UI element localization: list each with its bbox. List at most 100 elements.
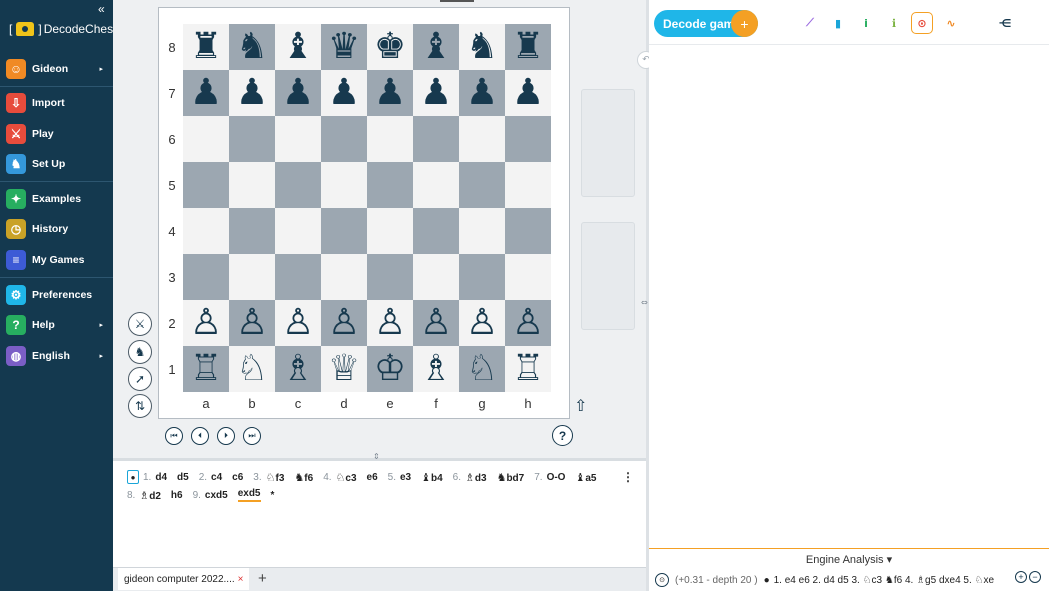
square-a4[interactable] xyxy=(183,208,229,254)
black-bishop-icon[interactable]: ♝ xyxy=(420,29,452,65)
pulse-icon[interactable]: ∿ xyxy=(940,12,962,34)
sidebar-item-gideon[interactable]: ☺ Gideon ▸ xyxy=(0,55,113,83)
stats-icon[interactable]: ℹ xyxy=(883,12,905,34)
move-white[interactable]: cxd5 xyxy=(205,490,228,501)
splitter-grip-icon[interactable]: ⇔ xyxy=(641,298,648,307)
setup-mode-button[interactable]: ♞ xyxy=(128,340,152,364)
black-pawn-icon[interactable]: ♟ xyxy=(328,75,360,111)
square-h7[interactable]: ♟ xyxy=(505,70,551,116)
move-white[interactable]: d4 xyxy=(155,472,167,483)
move-white[interactable]: ♘f3 xyxy=(266,471,285,484)
turn-indicator-icon[interactable]: ⇧ xyxy=(574,396,587,415)
bar-chart-icon[interactable]: ▮ xyxy=(827,12,849,34)
square-f7[interactable]: ♟ xyxy=(413,70,459,116)
move-black[interactable]: ♞bd7 xyxy=(497,471,525,484)
square-e8[interactable]: ♚ xyxy=(367,24,413,70)
move-white[interactable]: ♘c3 xyxy=(336,471,357,484)
black-pawn-icon[interactable]: ♟ xyxy=(374,75,406,111)
engine-icon[interactable]: ⊙ xyxy=(911,12,933,34)
black-bishop-icon[interactable]: ♝ xyxy=(282,29,314,65)
share-icon[interactable]: ⋲ xyxy=(994,12,1016,34)
flip-board-button[interactable]: ⇅ xyxy=(128,394,152,418)
first-move-button[interactable]: ⏮ xyxy=(165,427,183,445)
white-pawn-icon[interactable]: ♙ xyxy=(374,305,406,341)
square-b4[interactable] xyxy=(229,208,275,254)
last-move-button[interactable]: ⏭ xyxy=(243,427,261,445)
square-a5[interactable] xyxy=(183,162,229,208)
white-rook-icon[interactable]: ♖ xyxy=(512,351,544,387)
move-white[interactable]: O-O xyxy=(547,472,566,483)
move-black[interactable]: d5 xyxy=(177,472,189,483)
game-tab[interactable]: gideon computer 2022.... × xyxy=(118,568,250,590)
brand-logo[interactable]: [ ] DecodeChess xyxy=(9,22,119,36)
black-pawn-icon[interactable]: ♟ xyxy=(190,75,222,111)
black-pawn-icon[interactable]: ♟ xyxy=(466,75,498,111)
square-h1[interactable]: ♖ xyxy=(505,346,551,392)
white-pawn-icon[interactable]: ♙ xyxy=(236,305,268,341)
play-mode-button[interactable]: ⚔ xyxy=(128,312,152,336)
square-e2[interactable]: ♙ xyxy=(367,300,413,346)
square-d8[interactable]: ♛ xyxy=(321,24,367,70)
white-bishop-icon[interactable]: ♗ xyxy=(420,351,452,387)
move-black[interactable]: c6 xyxy=(232,472,243,483)
black-rook-icon[interactable]: ♜ xyxy=(190,29,222,65)
square-d6[interactable] xyxy=(321,116,367,162)
square-c8[interactable]: ♝ xyxy=(275,24,321,70)
draw-arrow-button[interactable]: ➚ xyxy=(128,367,152,391)
white-pawn-icon[interactable]: ♙ xyxy=(328,305,360,341)
trend-icon[interactable]: ⟋ xyxy=(799,12,821,34)
sidebar-item-history[interactable]: ◷ History xyxy=(0,215,113,243)
add-line-button[interactable]: + xyxy=(1015,571,1027,583)
square-g5[interactable] xyxy=(459,162,505,208)
black-king-icon[interactable]: ♚ xyxy=(374,29,406,65)
black-queen-icon[interactable]: ♛ xyxy=(328,29,360,65)
black-pawn-icon[interactable]: ♟ xyxy=(420,75,452,111)
square-e3[interactable] xyxy=(367,254,413,300)
square-f3[interactable] xyxy=(413,254,459,300)
start-position-marker[interactable]: ● xyxy=(127,470,139,484)
square-f8[interactable]: ♝ xyxy=(413,24,459,70)
move-white[interactable]: ♗d2 xyxy=(139,489,161,502)
square-a3[interactable] xyxy=(183,254,229,300)
move-white[interactable]: e3 xyxy=(400,472,411,483)
square-a2[interactable]: ♙ xyxy=(183,300,229,346)
square-h5[interactable] xyxy=(505,162,551,208)
chess-board[interactable]: ♜ ♞ ♝ ♛ ♚ ♝ ♞ ♜ ♟ ♟ ♟ ♟ ♟ ♟ ♟ ♟ ♙ ♙ ♙ ♙ ♙ ♙ ♙ ♙ ♖ ♘ ♗ ♕ ♔ ♗ ♘ ♖ xyxy=(183,24,551,392)
sidebar-item-help[interactable]: ? Help ▸ xyxy=(0,311,113,339)
decode-game-button[interactable]: Decode game + xyxy=(654,10,758,37)
add-tab-button[interactable]: + xyxy=(258,570,267,587)
white-pawn-icon[interactable]: ♙ xyxy=(190,305,222,341)
square-h8[interactable]: ♜ xyxy=(505,24,551,70)
square-f1[interactable]: ♗ xyxy=(413,346,459,392)
splitter-grip-icon[interactable]: ⇕ xyxy=(373,452,380,461)
sidebar-item-import[interactable]: ⇩ Import xyxy=(0,89,113,117)
square-h3[interactable] xyxy=(505,254,551,300)
black-knight-icon[interactable]: ♞ xyxy=(466,29,498,65)
square-d4[interactable] xyxy=(321,208,367,254)
square-a8[interactable]: ♜ xyxy=(183,24,229,70)
square-b6[interactable] xyxy=(229,116,275,162)
white-pawn-icon[interactable]: ♙ xyxy=(512,305,544,341)
square-g1[interactable]: ♘ xyxy=(459,346,505,392)
square-e6[interactable] xyxy=(367,116,413,162)
square-c6[interactable] xyxy=(275,116,321,162)
square-e4[interactable] xyxy=(367,208,413,254)
square-d7[interactable]: ♟ xyxy=(321,70,367,116)
sidebar-item-setup[interactable]: ♞ Set Up xyxy=(0,150,113,178)
square-f5[interactable] xyxy=(413,162,459,208)
square-d5[interactable] xyxy=(321,162,367,208)
square-b1[interactable]: ♘ xyxy=(229,346,275,392)
square-e7[interactable]: ♟ xyxy=(367,70,413,116)
white-king-icon[interactable]: ♔ xyxy=(374,351,406,387)
square-c4[interactable] xyxy=(275,208,321,254)
sidebar-item-examples[interactable]: ✦ Examples xyxy=(0,185,113,213)
square-b7[interactable]: ♟ xyxy=(229,70,275,116)
white-pawn-icon[interactable]: ♙ xyxy=(466,305,498,341)
engine-icon[interactable]: ⊙ xyxy=(655,573,669,587)
next-move-button[interactable]: ⏵ xyxy=(217,427,235,445)
square-h4[interactable] xyxy=(505,208,551,254)
square-f4[interactable] xyxy=(413,208,459,254)
square-g7[interactable]: ♟ xyxy=(459,70,505,116)
square-h6[interactable] xyxy=(505,116,551,162)
move-black[interactable]: ♝a5 xyxy=(575,471,596,484)
